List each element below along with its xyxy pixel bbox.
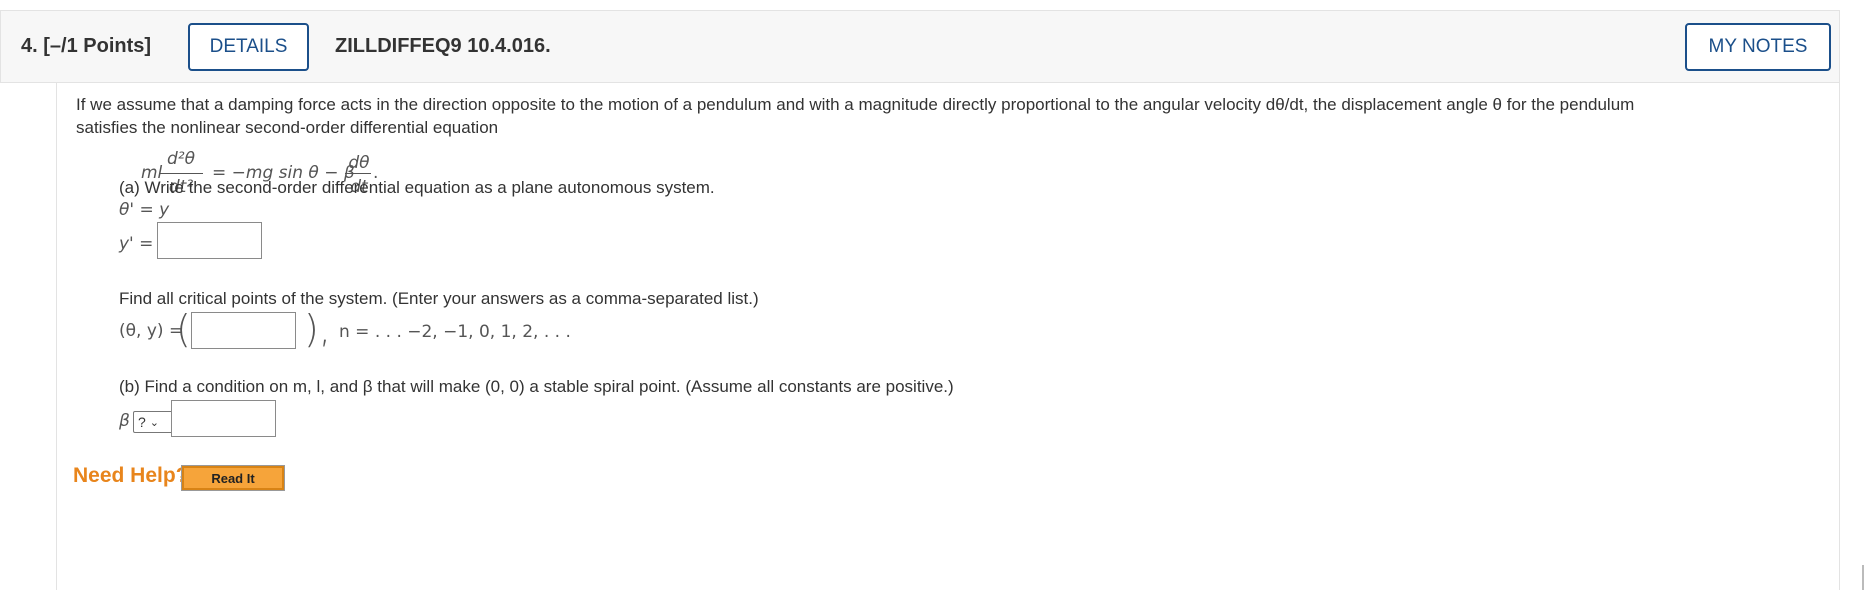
question-number: 4. [–/1 Points] xyxy=(21,35,151,58)
y-prime-answer-input[interactable] xyxy=(157,222,262,259)
n-range: n = . . . −2, −1, 0, 1, 2, . . . xyxy=(339,322,571,342)
eq-lhs-numerator: d²θ xyxy=(166,149,195,169)
chevron-down-icon: ⌄ xyxy=(149,416,160,429)
theta-equation: θ' = y xyxy=(119,200,170,220)
read-it-button[interactable]: Read It xyxy=(181,465,285,491)
beta-condition-input[interactable] xyxy=(171,400,276,437)
points-label: [–/1 Points] xyxy=(43,35,152,57)
question-header: 4. [–/1 Points] DETAILS ZILLDIFFEQ9 10.4… xyxy=(0,10,1840,83)
problem-id: ZILLDIFFEQ9 10.4.016. xyxy=(335,35,551,57)
close-paren: ), xyxy=(304,307,331,351)
inequality-select-value: ? xyxy=(138,414,146,430)
critical-points-input[interactable] xyxy=(191,312,296,349)
question-number-text: 4. xyxy=(21,35,38,57)
beta-label: β xyxy=(119,411,130,431)
question-body: If we assume that a damping force acts i… xyxy=(56,83,1840,590)
y-prime-label: y' = xyxy=(119,234,154,254)
inequality-select[interactable]: ? ⌄ xyxy=(133,411,173,433)
part-a-prompt: (a) Write the second-order differential … xyxy=(119,178,715,197)
eq-lhs-fraction-bar xyxy=(159,173,203,174)
intro-line-1: If we assume that a damping force acts i… xyxy=(76,95,1635,114)
open-paren: ( xyxy=(176,307,191,351)
intro-line-2: satisfies the nonlinear second-order dif… xyxy=(76,118,499,137)
part-b-prompt: (b) Find a condition on m, l, and β that… xyxy=(119,377,954,396)
my-notes-button[interactable]: MY NOTES xyxy=(1685,23,1831,71)
critical-points-prompt: Find all critical points of the system. … xyxy=(119,289,759,308)
theta-y-label: (θ, y) = xyxy=(119,321,184,341)
need-help-label: Need Help? xyxy=(73,464,189,487)
scrollbar[interactable] xyxy=(1862,565,1864,590)
details-button[interactable]: DETAILS xyxy=(188,23,309,71)
eq-rhs-numerator: dθ xyxy=(348,153,370,173)
eq-rhs-fraction-bar xyxy=(345,173,371,174)
